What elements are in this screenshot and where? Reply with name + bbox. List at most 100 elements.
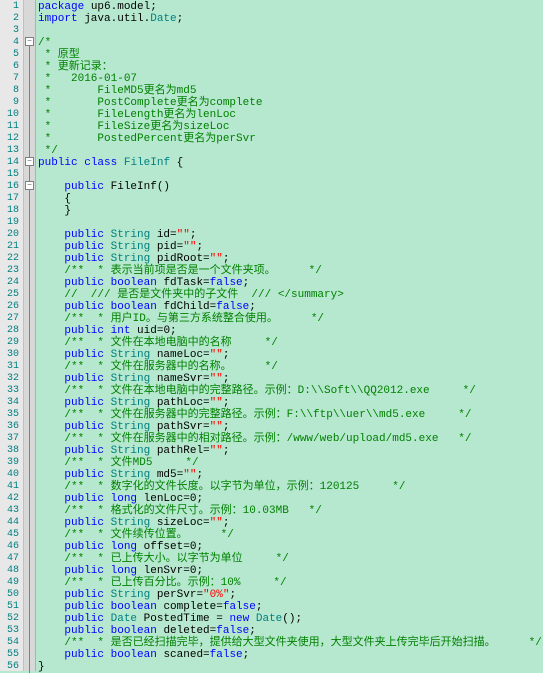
code-line[interactable] [38,217,543,229]
line-number: 55 [0,649,19,661]
code-line[interactable]: /** * 文件在本地电脑中的完整路径。示例：D:\\Soft\\QQ2012.… [38,385,543,397]
code-line[interactable]: import java.util.Date; [38,13,543,25]
code-line[interactable]: /** * 表示当前项是否是一个文件夹项。 */ [38,265,543,277]
code-line[interactable]: public String id=""; [38,229,543,241]
code-line[interactable]: public boolean scaned=false; [38,649,543,661]
code-line[interactable]: /** * 是否已经扫描完毕，提供给大型文件夹使用，大型文件夹上传完毕后开始扫描… [38,637,543,649]
code-line[interactable]: public long lenSvr=0; [38,565,543,577]
code-line[interactable]: * FileLength更名为lenLoc [38,109,543,121]
line-number: 8 [0,85,19,97]
line-number: 2 [0,13,19,25]
code-line[interactable]: public String pathLoc=""; [38,397,543,409]
code-line[interactable]: * 原型 [38,49,543,61]
code-line[interactable]: /* [38,37,543,49]
line-number: 47 [0,553,19,565]
code-line[interactable]: public String pid=""; [38,241,543,253]
line-number: 46 [0,541,19,553]
code-line[interactable]: } [38,205,543,217]
line-number: 11 [0,121,19,133]
code-line[interactable]: public boolean fdChild=false; [38,301,543,313]
fold-toggle-icon[interactable]: − [25,181,34,190]
line-number: 48 [0,565,19,577]
line-number: 14 [0,157,19,169]
line-number: 43 [0,505,19,517]
line-number: 29 [0,337,19,349]
code-line[interactable]: * PostedPercent更名为perSvr [38,133,543,145]
line-number: 21 [0,241,19,253]
line-number: 17 [0,193,19,205]
code-line[interactable]: /** * 格式化的文件尺寸。示例：10.03MB */ [38,505,543,517]
line-number: 53 [0,625,19,637]
fold-toggle-icon[interactable]: − [25,157,34,166]
code-line[interactable]: public String perSvr="0%"; [38,589,543,601]
line-number: 23 [0,265,19,277]
code-line[interactable]: public String md5=""; [38,469,543,481]
code-line[interactable]: public boolean deleted=false; [38,625,543,637]
code-line[interactable]: package up6.model; [38,1,543,13]
code-line[interactable]: public String pathRel=""; [38,445,543,457]
line-number: 40 [0,469,19,481]
code-line[interactable]: { [38,193,543,205]
line-number: 31 [0,361,19,373]
code-line[interactable]: public boolean complete=false; [38,601,543,613]
line-number: 15 [0,169,19,181]
line-number: 34 [0,397,19,409]
line-number: 27 [0,313,19,325]
code-line[interactable]: /** * 已上传百分比。示例：10% */ [38,577,543,589]
code-line[interactable]: public long offset=0; [38,541,543,553]
code-line[interactable]: public String pidRoot=""; [38,253,543,265]
line-number: 22 [0,253,19,265]
line-number: 52 [0,613,19,625]
line-number: 25 [0,289,19,301]
code-area[interactable]: package up6.model;import java.util.Date;… [36,0,543,671]
code-line[interactable]: * FileSize更名为sizeLoc [38,121,543,133]
line-number: 9 [0,97,19,109]
code-line[interactable]: public String sizeLoc=""; [38,517,543,529]
code-line[interactable]: * FileMD5更名为md5 [38,85,543,97]
code-line[interactable]: public long lenLoc=0; [38,493,543,505]
fold-column: − − − [24,0,36,671]
code-line[interactable]: /** * 已上传大小。以字节为单位 */ [38,553,543,565]
code-line[interactable]: /** * 文件在服务器中的完整路径。示例：F:\\ftp\\uer\\md5.… [38,409,543,421]
code-line[interactable]: public Date PostedTime = new Date(); [38,613,543,625]
code-line[interactable]: /** * 文件在服务器中的相对路径。示例：/www/web/upload/md… [38,433,543,445]
code-line[interactable]: */ [38,145,543,157]
code-line[interactable]: } [38,661,543,673]
code-line[interactable]: /** * 文件MD5 */ [38,457,543,469]
code-line[interactable]: public String nameSvr=""; [38,373,543,385]
code-line[interactable]: public String pathSvr=""; [38,421,543,433]
line-number: 32 [0,373,19,385]
code-line[interactable]: * 更新记录： [38,61,543,73]
code-line[interactable]: public FileInf() [38,181,543,193]
line-number: 49 [0,577,19,589]
code-line[interactable]: public String nameLoc=""; [38,349,543,361]
line-number: 44 [0,517,19,529]
code-line[interactable]: /** * 文件在本地电脑中的名称 */ [38,337,543,349]
code-line[interactable]: * PostComplete更名为complete [38,97,543,109]
line-number: 10 [0,109,19,121]
line-number: 50 [0,589,19,601]
code-line[interactable] [38,25,543,37]
line-number: 3 [0,25,19,37]
line-number: 54 [0,637,19,649]
line-number: 20 [0,229,19,241]
code-line[interactable]: public class FileInf { [38,157,543,169]
line-number: 6 [0,61,19,73]
code-line[interactable]: /** * 数字化的文件长度。以字节为单位，示例：120125 */ [38,481,543,493]
code-line[interactable]: * 2016-01-07 [38,73,543,85]
line-number: 1 [0,1,19,13]
code-line[interactable]: /** * 用户ID。与第三方系统整合使用。 */ [38,313,543,325]
line-number: 5 [0,49,19,61]
line-number: 35 [0,409,19,421]
code-line[interactable]: public boolean fdTask=false; [38,277,543,289]
line-number: 36 [0,421,19,433]
code-line[interactable] [38,169,543,181]
code-line[interactable]: /** * 文件在服务器中的名称。 */ [38,361,543,373]
fold-guide-line [29,37,30,673]
code-line[interactable]: public int uid=0; [38,325,543,337]
line-number: 45 [0,529,19,541]
line-number: 39 [0,457,19,469]
code-line[interactable]: // /// 是否是文件夹中的子文件 /// </summary> [38,289,543,301]
code-line[interactable]: /** * 文件续传位置。 */ [38,529,543,541]
fold-toggle-icon[interactable]: − [25,37,34,46]
